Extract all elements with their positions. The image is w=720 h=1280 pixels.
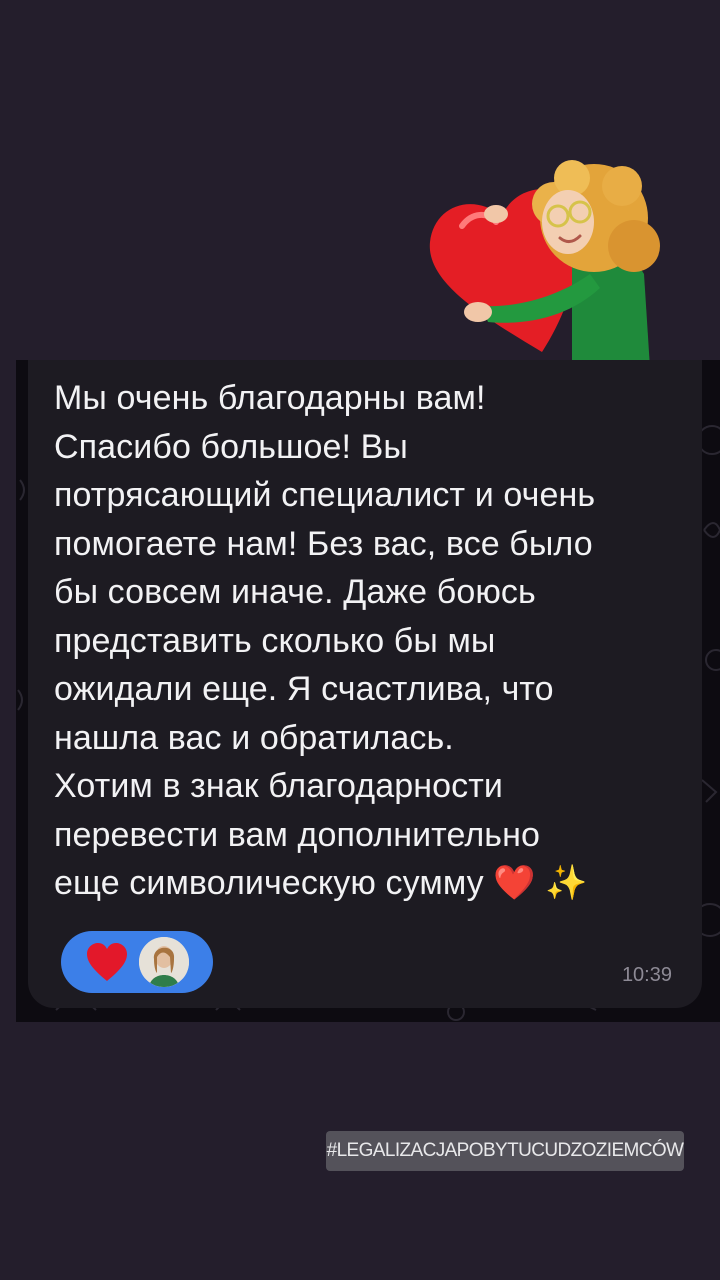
user-avatar[interactable] xyxy=(139,937,189,987)
message-line: бы совсем иначе. Даже боюсь xyxy=(54,573,536,611)
message-line: Спасибо большое! Вы xyxy=(54,427,408,466)
message-line: помогаете нам! Без вас, все было xyxy=(54,524,593,563)
message-line: нашла вас и обратилась. xyxy=(54,718,454,757)
message-line: потрясающий специалист и очень xyxy=(54,476,596,514)
woman-hugging-heart-sticker xyxy=(429,160,660,368)
story-screen: Мы очень благодарны вам! Спасибо большое… xyxy=(0,0,720,1280)
message-line: ожидали еще. Я счастлива, что xyxy=(54,670,554,708)
message-line: перевести вам дополнительно xyxy=(54,815,540,854)
message-line: представить сколько бы мы xyxy=(54,621,496,660)
message-timestamp: 10:39 xyxy=(621,964,672,986)
hashtag-tag[interactable]: #LEGALIZACJAPOBYTUCUDZOZIEMCÓW xyxy=(326,1131,684,1171)
message-line: еще символическую сумму ❤️ ✨ xyxy=(54,864,588,902)
red-heart-icon xyxy=(87,943,127,981)
message-text: Мы очень благодарны вам! Спасибо большое… xyxy=(54,374,684,908)
message-line: Мы очень благодарны вам! xyxy=(54,379,486,417)
message-bubble[interactable]: Мы очень благодарны вам! Спасибо большое… xyxy=(28,360,702,1008)
chat-screenshot: Мы очень благодарны вам! Спасибо большое… xyxy=(16,360,720,1022)
reaction-pill[interactable] xyxy=(61,931,213,993)
message-line: Хотим в знак благодарности xyxy=(54,767,503,805)
